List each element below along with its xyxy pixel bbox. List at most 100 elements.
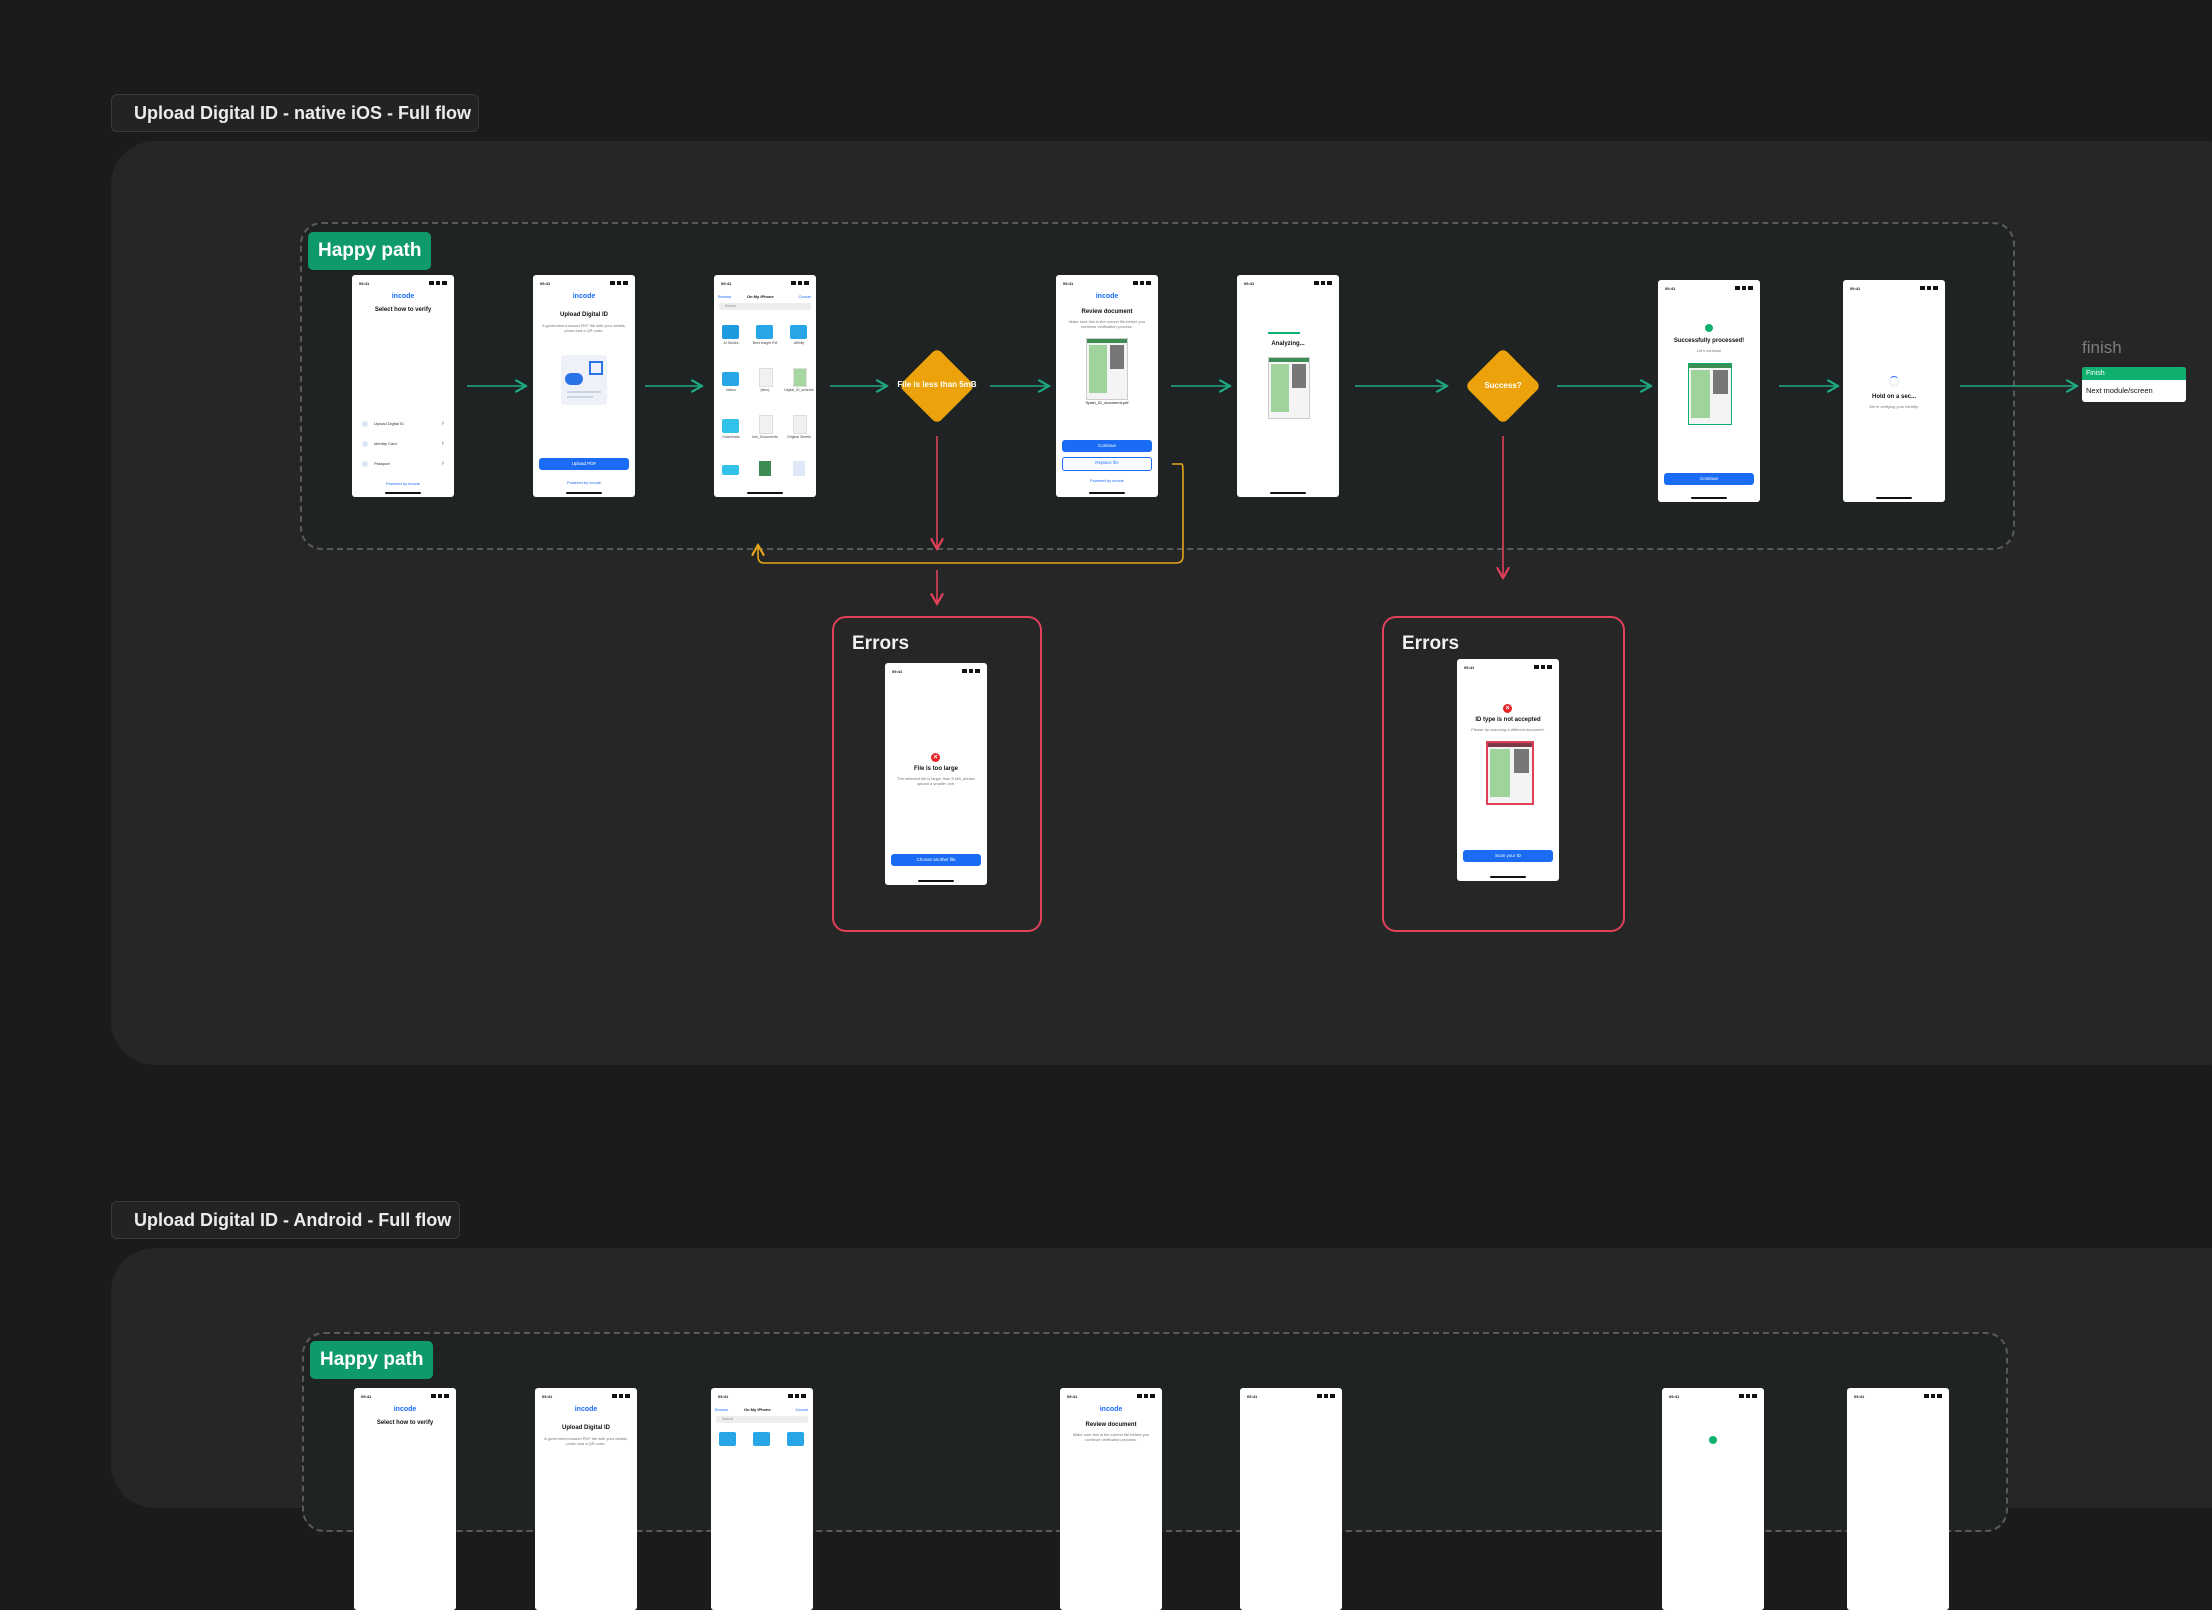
- status-icons: [612, 1394, 630, 1398]
- folder-icon[interactable]: [722, 372, 739, 386]
- status-time: 09:41: [1854, 1394, 1865, 1399]
- status-time: 09:41: [359, 281, 370, 286]
- status-icons: [429, 281, 447, 285]
- file-thumbnail[interactable]: [759, 368, 773, 387]
- status-icons: [431, 1394, 449, 1398]
- brand-logo: incode: [393, 1406, 417, 1413]
- screen-file-too-large[interactable]: 09:41 × File is too large The selected f…: [885, 663, 987, 885]
- status-time: 09:41: [1247, 1394, 1258, 1399]
- picker-back[interactable]: Browse: [718, 294, 731, 299]
- status-time: 09:41: [1665, 286, 1676, 291]
- file-label: (item): [760, 388, 770, 392]
- folder-icon[interactable]: [722, 325, 739, 339]
- status-icons: [1133, 281, 1151, 285]
- file-thumbnail[interactable]: [793, 461, 805, 476]
- android-screen-select-method[interactable]: 09:41 incode Select how to verify: [354, 1388, 456, 1610]
- replace-file-button[interactable]: Replace file: [1062, 457, 1152, 471]
- brand-logo: incode: [572, 293, 596, 300]
- folder-icon[interactable]: [790, 325, 807, 339]
- file-thumbnail[interactable]: [759, 415, 773, 434]
- screen-upload-digital-id[interactable]: 09:41 incode Upload Digital ID A governm…: [533, 275, 635, 497]
- continue-button[interactable]: Continue: [1664, 473, 1754, 485]
- screen-file-picker[interactable]: 09:41 Browse On My iPhone Cancel Search …: [714, 275, 816, 497]
- screen-title: Hold on a sec...: [1871, 394, 1916, 400]
- android-screen-hold-on[interactable]: 09:41: [1847, 1388, 1949, 1610]
- screen-title: ID type is not accepted: [1475, 717, 1541, 723]
- status-icons: [1924, 1394, 1942, 1398]
- happy-path-label: Happy path: [308, 232, 432, 270]
- screen-review-document[interactable]: 09:41 incode Review document Make sure t…: [1056, 275, 1158, 497]
- picker-back[interactable]: Browse: [715, 1407, 728, 1412]
- progress-bar: [1268, 332, 1300, 334]
- status-time: 09:41: [892, 669, 903, 674]
- home-indicator: [1691, 497, 1727, 499]
- status-time: 09:41: [361, 1394, 372, 1399]
- screen-subtitle: Make sure this is the correct file befor…: [1068, 319, 1146, 329]
- status-icons: [1534, 665, 1552, 669]
- status-icons: [1920, 286, 1938, 290]
- screen-select-method[interactable]: 09:41 incode Select how to verify Upload…: [352, 275, 454, 497]
- folder-icon[interactable]: [756, 325, 773, 339]
- screen-title: Review document: [1081, 309, 1133, 315]
- home-indicator: [1270, 492, 1306, 494]
- upload-pdf-button[interactable]: Upload PDF: [539, 458, 629, 470]
- android-screen-upload-digital-id[interactable]: 09:41 incode Upload Digital ID A governm…: [535, 1388, 637, 1610]
- section-title-ios[interactable]: Upload Digital ID - native iOS - Full fl…: [111, 94, 479, 132]
- screen-subtitle: We're verifying your identity.: [1869, 404, 1919, 409]
- screen-title: Review document: [1085, 1422, 1137, 1428]
- folder-icon[interactable]: [719, 1432, 736, 1446]
- section-title-android-text: Upload Digital ID - Android - Full flow: [134, 1209, 452, 1230]
- android-screen-analyzing[interactable]: 09:41: [1240, 1388, 1342, 1610]
- picker-title: On My iPhone: [747, 294, 774, 299]
- picker-search[interactable]: Search: [719, 303, 811, 310]
- brand-logo: incode: [391, 293, 415, 300]
- screen-analyzing[interactable]: 09:41 Analyzing...: [1237, 275, 1339, 497]
- screen-title: Analyzing...: [1271, 341, 1305, 347]
- screen-title: File is too large: [913, 766, 958, 772]
- screen-id-not-accepted[interactable]: 09:41 × ID type is not accepted Please t…: [1457, 659, 1559, 881]
- file-thumbnail[interactable]: [793, 368, 807, 387]
- file-label: Digital_ID_scheme: [784, 388, 814, 392]
- picker-search[interactable]: Search: [716, 1416, 808, 1423]
- folder-icon[interactable]: [787, 1432, 804, 1446]
- picker-cancel[interactable]: Cancel: [796, 1407, 808, 1412]
- file-thumbnail[interactable]: [759, 461, 771, 476]
- home-indicator: [1876, 497, 1912, 499]
- status-icons: [791, 281, 809, 285]
- file-label: Info_Documents: [752, 435, 778, 439]
- finish-card[interactable]: Finish Next module/screen: [2082, 367, 2186, 402]
- folder-icon[interactable]: [753, 1432, 770, 1446]
- next-module-item[interactable]: Next module/screen: [2082, 380, 2186, 402]
- option-identity-card[interactable]: Identity Card: [362, 438, 444, 450]
- android-screen-file-picker[interactable]: 09:41 Browse On My iPhone Cancel Search: [711, 1388, 813, 1610]
- decision-size-check-text: File is less than 5mB: [897, 380, 977, 389]
- home-indicator: [1490, 876, 1526, 878]
- status-time: 09:41: [542, 1394, 553, 1399]
- android-happy-path-label: Happy path: [310, 1341, 434, 1379]
- status-time: 09:41: [540, 281, 551, 286]
- errors-label: Errors: [1394, 628, 1468, 660]
- option-passport[interactable]: Passport: [362, 458, 444, 470]
- screen-hold-on[interactable]: 09:41 Hold on a sec... We're verifying y…: [1843, 280, 1945, 502]
- screen-success[interactable]: 09:41 Successfully processed! Let's cont…: [1658, 280, 1760, 502]
- status-time: 09:41: [1669, 1394, 1680, 1399]
- choose-another-file-button[interactable]: Choose another file: [891, 854, 981, 866]
- android-screen-review-document[interactable]: 09:41 incode Review document Make sure t…: [1060, 1388, 1162, 1610]
- file-thumbnail[interactable]: [793, 415, 807, 434]
- section-title-android[interactable]: Upload Digital ID - Android - Full flow: [111, 1201, 460, 1239]
- picker-cancel[interactable]: Cancel: [799, 294, 811, 299]
- status-icons: [1735, 286, 1753, 290]
- android-screen-success[interactable]: 09:41: [1662, 1388, 1764, 1610]
- folder-icon[interactable]: [722, 465, 739, 475]
- continue-button[interactable]: Continue: [1062, 440, 1152, 452]
- status-icons: [1317, 1394, 1335, 1398]
- scan-your-id-button[interactable]: Scan your ID: [1463, 850, 1553, 862]
- status-icons: [610, 281, 628, 285]
- status-time: 09:41: [1063, 281, 1074, 286]
- upload-illustration: [561, 355, 607, 405]
- status-time: 09:41: [1067, 1394, 1078, 1399]
- screen-title: Upload Digital ID: [560, 312, 608, 318]
- folder-icon[interactable]: [722, 419, 739, 433]
- brand-logo: incode: [1095, 293, 1119, 300]
- option-upload-digital-id[interactable]: Upload Digital ID: [362, 418, 444, 430]
